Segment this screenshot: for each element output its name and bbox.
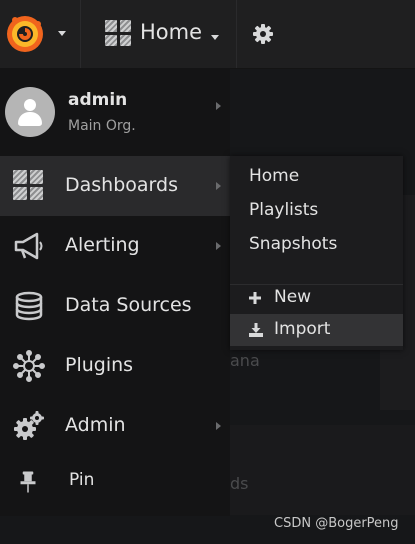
pin-icon (20, 471, 36, 493)
background-ghost-text: ana (230, 351, 260, 370)
plus-icon (249, 292, 261, 304)
sidemenu-item-label: Alerting (65, 234, 140, 256)
submenu-item-label: Playlists (249, 200, 319, 220)
dashboard-title: Home (140, 20, 203, 44)
sidemenu-item-dashboards[interactable]: Dashboards (0, 156, 230, 216)
sidemenu-item-admin[interactable]: Admin (0, 396, 230, 456)
submenu-item-label: Snapshots (249, 234, 338, 254)
grafana-logo-icon (7, 16, 43, 52)
chevron-right-icon (216, 422, 221, 430)
background-ghost-text: ds (230, 474, 249, 493)
chevron-down-icon (58, 31, 66, 36)
chevron-right-icon (216, 242, 221, 250)
sidemenu-item-label: Dashboards (65, 174, 178, 196)
sidemenu-item-data-sources[interactable]: Data Sources (0, 276, 230, 336)
submenu-item-label: New (274, 287, 312, 307)
megaphone-icon (14, 232, 43, 260)
sidemenu-item-label: Pin (69, 470, 95, 490)
user-profile[interactable]: admin Main Org. (0, 68, 230, 156)
plugins-icon (13, 350, 45, 382)
sidemenu-item-label: Data Sources (65, 294, 192, 316)
sidemenu-item-plugins[interactable]: Plugins (0, 336, 230, 396)
sidemenu-item-label: Admin (65, 414, 126, 436)
submenu-item-playlists[interactable]: Playlists (230, 195, 403, 227)
top-navbar: Home (0, 0, 415, 69)
submenu-item-label: Home (249, 166, 300, 186)
dashboards-grid-icon (13, 170, 43, 200)
org-name: Main Org. (68, 118, 136, 134)
sidemenu-item-label: Plugins (65, 354, 134, 376)
database-icon (15, 291, 43, 321)
import-icon (249, 323, 263, 337)
watermark-text: CSDN @BogerPeng (274, 516, 399, 531)
chevron-right-icon (216, 102, 221, 110)
avatar (5, 87, 55, 137)
grafana-menu-button[interactable] (0, 0, 81, 68)
sidemenu-item-pin[interactable]: Pin (0, 458, 230, 516)
submenu-item-label: Import (274, 319, 331, 339)
sidemenu-item-alerting[interactable]: Alerting (0, 216, 230, 276)
dashboards-grid-icon (105, 20, 131, 46)
submenu-item-home[interactable]: Home (230, 161, 403, 193)
dashboard-picker-button[interactable]: Home (81, 0, 237, 68)
chevron-right-icon (216, 182, 221, 190)
user-name: admin (68, 90, 128, 110)
submenu-item-new[interactable]: New (230, 282, 403, 314)
submenu-item-snapshots[interactable]: Snapshots (230, 229, 403, 261)
dashboards-submenu: Home Playlists Snapshots New Import (230, 156, 403, 350)
chevron-down-icon (211, 35, 219, 40)
gear-icon[interactable] (253, 24, 273, 44)
submenu-item-import[interactable]: Import (230, 314, 403, 346)
background-panel-bottom (230, 425, 415, 515)
side-menu: admin Main Org. Dashboards Alerting Data… (0, 68, 230, 516)
gears-icon (14, 411, 44, 440)
